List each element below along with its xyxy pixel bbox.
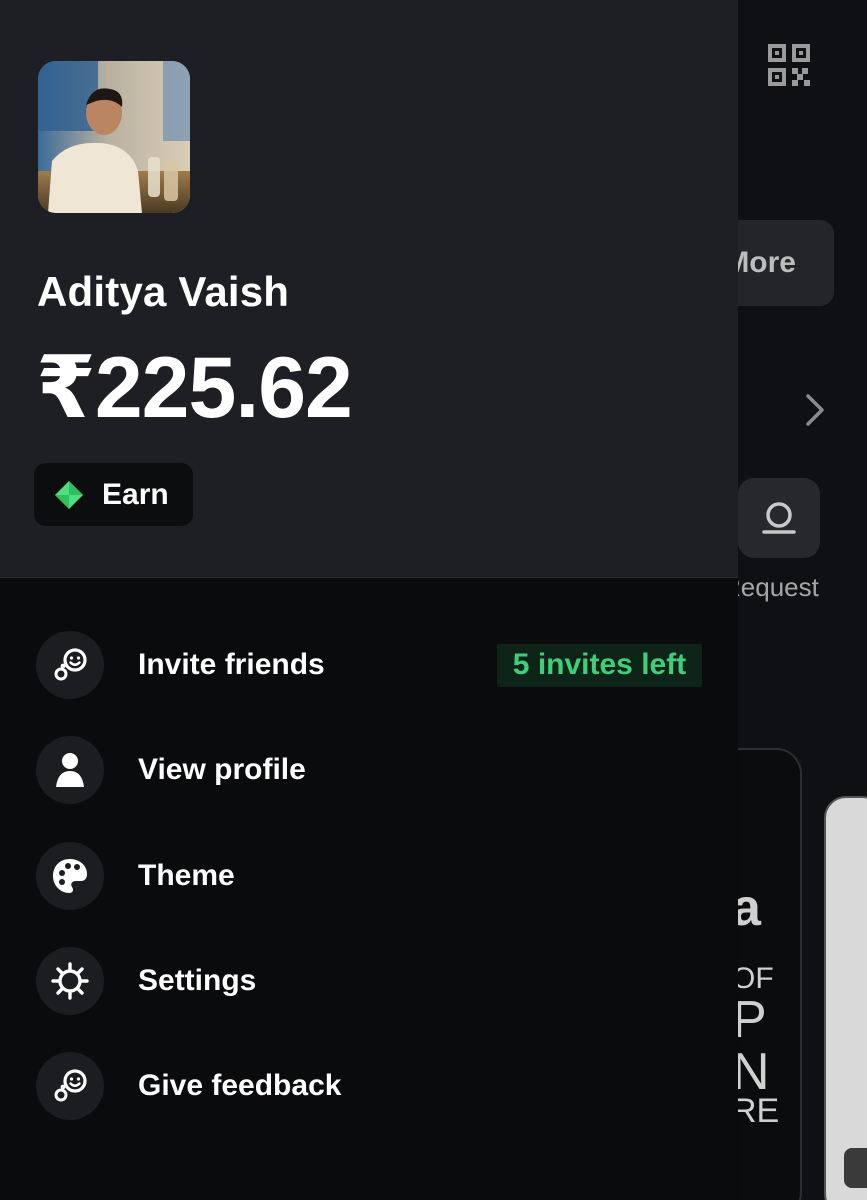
menu-item-theme[interactable]: Theme (0, 836, 738, 916)
menu-item-label: View profile (138, 753, 306, 786)
menu-item-label: Give feedback (138, 1069, 342, 1102)
promo-line: P (732, 991, 767, 1049)
menu-item-label: Theme (138, 859, 235, 892)
request-button[interactable] (738, 478, 820, 558)
menu-item-invite-friends[interactable]: Invite friends 5 invites left (0, 625, 738, 705)
menu-item-label: Settings (138, 964, 257, 997)
promo-card-secondary[interactable] (824, 796, 867, 1200)
menu-item-view-profile[interactable]: View profile (0, 730, 738, 810)
feedback-icon (36, 1052, 104, 1120)
earn-label: Earn (102, 477, 169, 511)
rupee-chip-icon (844, 1148, 867, 1188)
drawer-header: Aditya Vaish ₹225.62 Earn (0, 0, 738, 578)
app-screen: More Request a OF P N RE Aditya Vaish ₹2… (0, 0, 867, 1200)
request-label: Request (722, 572, 819, 602)
wallet-balance: ₹225.62 (36, 340, 353, 436)
promo-line: RE (732, 1092, 780, 1130)
request-icon (762, 502, 796, 534)
menu-item-label: Invite friends (138, 648, 325, 681)
palette-icon (36, 842, 104, 910)
gear-icon (36, 947, 104, 1015)
side-drawer: Aditya Vaish ₹225.62 Earn Invite friends… (0, 0, 738, 1200)
invite-icon (36, 631, 104, 699)
person-icon (36, 736, 104, 804)
chevron-right-icon[interactable] (800, 388, 830, 432)
promo-line: a (732, 879, 761, 937)
user-name: Aditya Vaish (37, 268, 290, 315)
diamond-icon (55, 480, 83, 509)
invites-left-badge: 5 invites left (497, 643, 702, 687)
menu-item-give-feedback[interactable]: Give feedback (0, 1046, 738, 1126)
qr-code-icon[interactable] (764, 40, 816, 92)
earn-button[interactable]: Earn (34, 463, 193, 526)
menu-item-settings[interactable]: Settings (0, 941, 738, 1021)
avatar[interactable] (38, 61, 190, 213)
